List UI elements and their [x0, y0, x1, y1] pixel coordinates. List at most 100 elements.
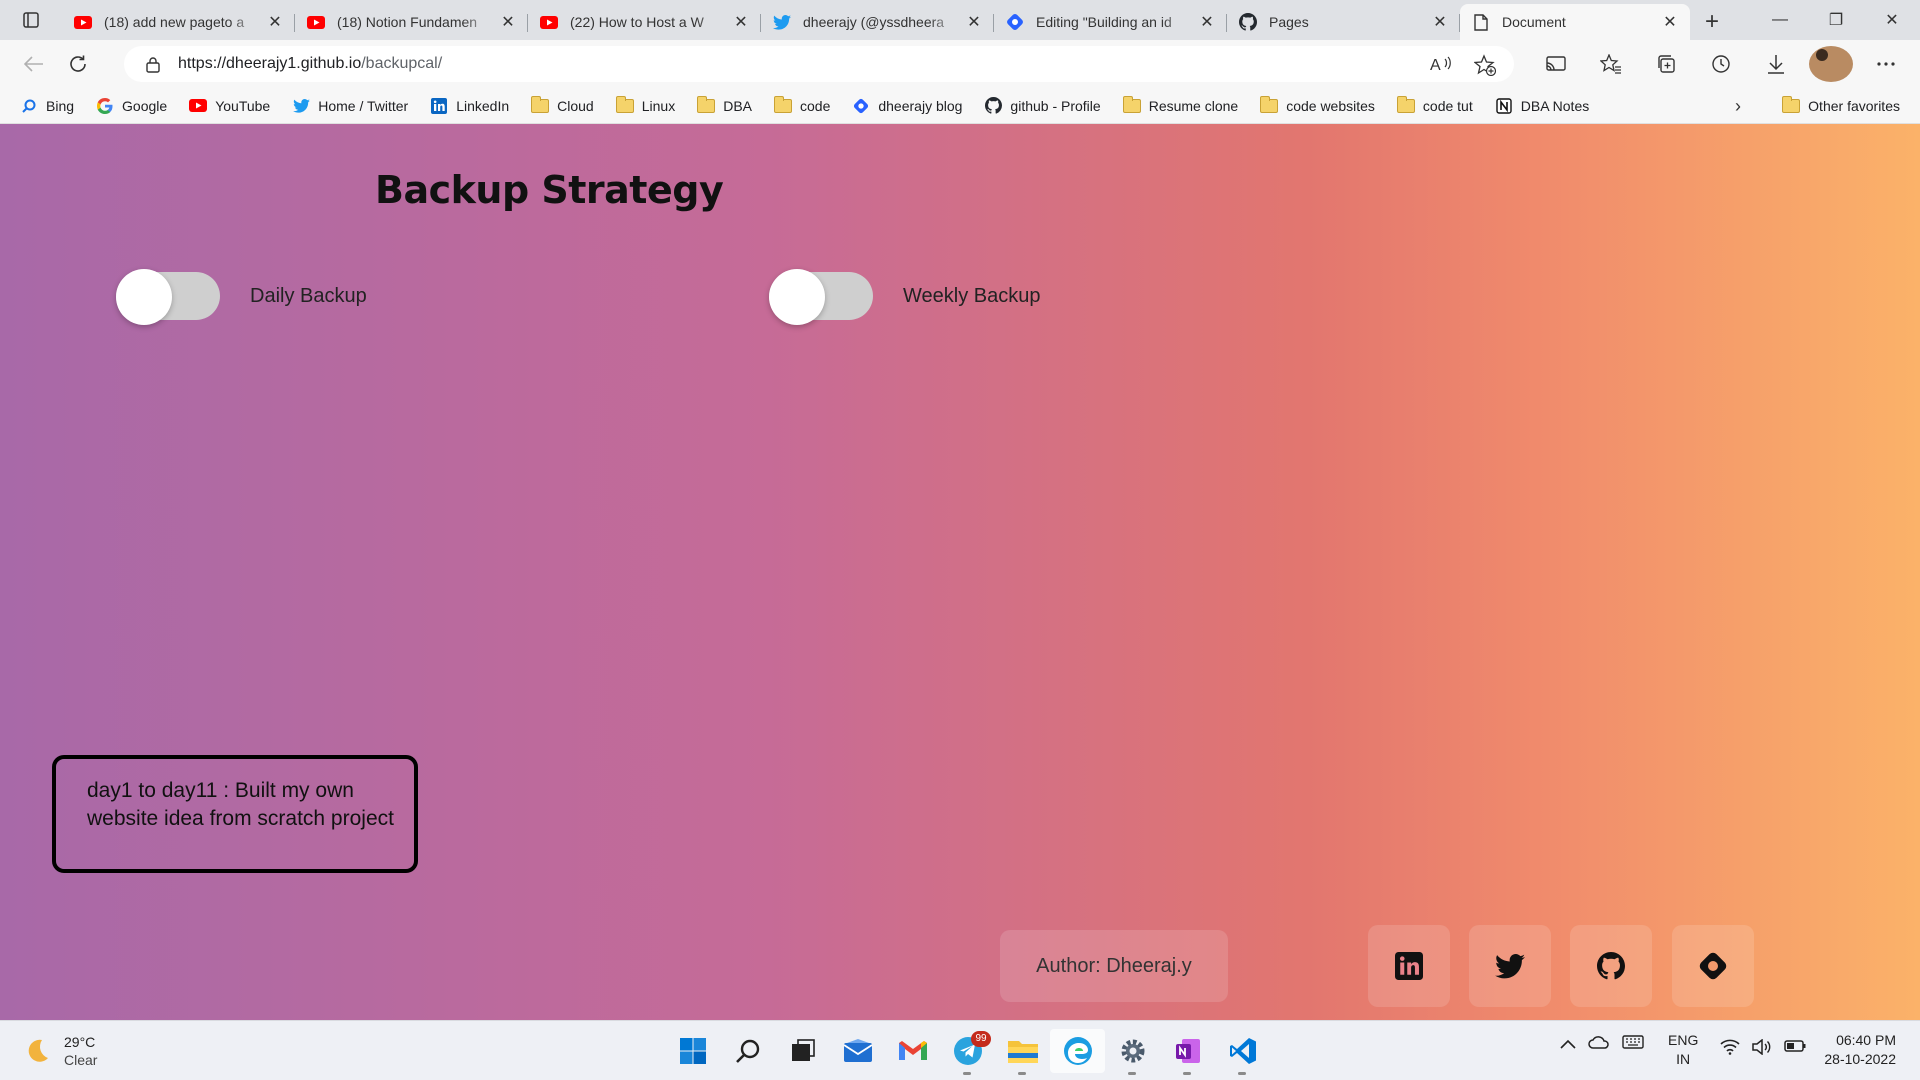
chevron-up-icon[interactable] [1560, 1036, 1576, 1054]
favorite-folder[interactable]: DBA [697, 95, 752, 114]
toggle-knob [116, 269, 172, 325]
history-button[interactable] [1699, 46, 1743, 82]
close-icon[interactable]: ✕ [1432, 12, 1448, 32]
telegram-app[interactable]: 99 [940, 1029, 995, 1075]
favorite-folder[interactable]: code websites [1260, 95, 1375, 114]
linkedin-link[interactable] [1368, 925, 1450, 1007]
refresh-icon [70, 55, 86, 72]
windows-taskbar: 29°C Clear 99 ENG IN 06:40 PM 28-10-2022 [0, 1020, 1920, 1080]
mail-icon [843, 1039, 872, 1062]
tab-actions-button[interactable] [0, 0, 62, 40]
onenote-app[interactable] [1160, 1029, 1215, 1075]
favorite-item[interactable]: YouTube [189, 98, 270, 114]
browser-tab[interactable]: (18) Notion Fundamen ✕ [295, 4, 528, 40]
cast-button[interactable] [1534, 46, 1578, 82]
url-text[interactable]: https://dheerajy1.github.io/backupcal/ [178, 55, 442, 73]
onedrive-icon[interactable] [1588, 1035, 1610, 1054]
keyboard-icon[interactable] [1622, 1035, 1644, 1054]
favorite-item[interactable]: Home / Twitter [292, 98, 408, 114]
back-arrow-icon [24, 56, 43, 72]
wifi-icon[interactable] [1720, 1039, 1740, 1060]
folder-icon [1260, 95, 1279, 114]
daily-backup-toggle[interactable] [116, 269, 220, 325]
weather-widget[interactable]: 29°C Clear [22, 1033, 97, 1069]
restore-button[interactable]: ❐ [1808, 0, 1864, 40]
favorite-label: Resume clone [1148, 97, 1239, 114]
edge-icon [1063, 1037, 1092, 1065]
browser-toolbar: https://dheerajy1.github.io/backupcal/ A [0, 40, 1920, 88]
edge-app[interactable] [1050, 1029, 1105, 1073]
gear-icon [1121, 1039, 1144, 1063]
weekly-backup-toggle[interactable] [769, 269, 873, 325]
vscode-app[interactable] [1215, 1029, 1270, 1075]
volume-icon[interactable] [1752, 1038, 1772, 1060]
favorite-folder[interactable]: code [774, 95, 830, 114]
new-tab-button[interactable]: + [1690, 4, 1734, 40]
close-icon[interactable]: ✕ [966, 12, 982, 32]
battery-icon[interactable] [1784, 1039, 1806, 1060]
browser-tab[interactable]: dheerajy (@yssdheera ✕ [761, 4, 994, 40]
address-bar[interactable]: https://dheerajy1.github.io/backupcal/ A [124, 46, 1514, 82]
collections-button[interactable] [1644, 46, 1688, 82]
browser-tab[interactable]: Pages ✕ [1227, 4, 1460, 40]
favorite-item[interactable]: github - Profile [984, 97, 1101, 114]
clock[interactable]: 06:40 PM 28-10-2022 [1824, 1031, 1896, 1069]
avatar [1809, 46, 1853, 82]
favorite-item[interactable]: LinkedIn [430, 97, 509, 114]
hashnode-icon [852, 98, 870, 114]
minimize-button[interactable]: — [1752, 0, 1808, 40]
favorite-folder[interactable]: Cloud [531, 95, 594, 114]
downloads-button[interactable] [1754, 46, 1798, 82]
close-icon[interactable]: ✕ [733, 12, 749, 32]
favorite-label: DBA [723, 97, 752, 114]
search-button[interactable] [720, 1029, 775, 1073]
browser-tab-active[interactable]: Document ✕ [1460, 4, 1690, 40]
back-button[interactable] [12, 46, 56, 82]
gmail-app[interactable] [885, 1029, 940, 1073]
read-aloud-icon[interactable]: A [1430, 54, 1452, 74]
refresh-button[interactable] [56, 46, 100, 82]
settings-more-button[interactable] [1864, 46, 1908, 82]
language-indicator[interactable]: ENG IN [1668, 1031, 1698, 1069]
close-icon[interactable]: ✕ [500, 12, 516, 32]
browser-tab[interactable]: Editing "Building an id ✕ [994, 4, 1227, 40]
twitter-icon [1495, 953, 1525, 978]
clock-time: 06:40 PM [1836, 1032, 1896, 1048]
hashnode-link[interactable] [1672, 925, 1754, 1007]
favorite-folder[interactable]: code tut [1396, 95, 1473, 114]
collections-icon [1658, 55, 1675, 73]
favorite-item[interactable]: DBA Notes [1495, 98, 1589, 114]
close-icon[interactable]: ✕ [1662, 12, 1678, 32]
close-icon[interactable]: ✕ [1199, 12, 1215, 32]
github-link[interactable] [1570, 925, 1652, 1007]
close-icon[interactable]: ✕ [267, 12, 283, 32]
favorite-folder[interactable]: Resume clone [1122, 95, 1239, 114]
twitter-link[interactable] [1469, 925, 1551, 1007]
youtube-icon [189, 98, 208, 114]
mail-app[interactable] [830, 1029, 885, 1073]
favorite-folder[interactable]: Linux [615, 95, 675, 114]
favorite-item[interactable]: Google [96, 97, 167, 114]
tab-title: Pages [1269, 14, 1309, 30]
browser-tab[interactable]: (22) How to Host a W ✕ [528, 4, 761, 40]
task-view-button[interactable] [775, 1029, 830, 1073]
other-favorites-folder[interactable]: Other favorites [1782, 88, 1900, 124]
chevron-right-icon: › [1735, 95, 1741, 116]
plus-icon: + [1704, 8, 1719, 35]
browser-tab[interactable]: (18) add new pageto a ✕ [62, 4, 295, 40]
start-button[interactable] [665, 1029, 720, 1073]
favorite-item[interactable]: dheerajy blog [852, 98, 962, 114]
download-icon [1768, 55, 1784, 74]
profile-button[interactable] [1809, 46, 1853, 82]
settings-app[interactable] [1105, 1029, 1160, 1075]
favorite-item[interactable]: Bing [20, 98, 74, 114]
favorites-overflow-button[interactable]: › [1735, 88, 1741, 124]
file-explorer-app[interactable] [995, 1029, 1050, 1075]
favorites-button[interactable] [1589, 46, 1633, 82]
add-favorite-icon[interactable] [1474, 54, 1496, 76]
folder-icon [1396, 95, 1415, 114]
lock-icon[interactable] [146, 56, 160, 73]
close-window-button[interactable]: ✕ [1864, 0, 1920, 40]
tab-title: (18) add new pageto a [104, 14, 245, 30]
moon-icon [28, 1039, 48, 1062]
